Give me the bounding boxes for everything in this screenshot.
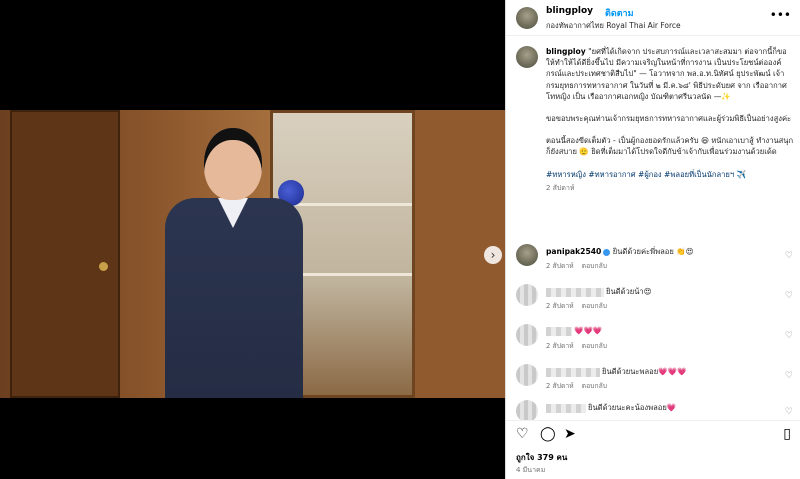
comment-item: panipak2540 ยินดีด้วยค่ะพี่พลอย 👏😍 2 สัป… [516, 244, 800, 272]
post-actions-bar: ♡ ◯ ➤ ▯ ถูกใจ 379 คน 4 มีนาคม [506, 420, 800, 479]
reply-button[interactable]: ตอบกลับ [582, 302, 607, 310]
commenter-avatar-blurred[interactable] [516, 284, 538, 306]
commenter-avatar[interactable] [516, 244, 538, 266]
comment-text: ยินดีด้วยค่ะพี่พลอย 👏😍 [612, 247, 694, 256]
post-photo[interactable] [0, 110, 505, 398]
like-comment-heart-icon[interactable]: ♡ [785, 371, 793, 381]
commenter-avatar-blurred[interactable] [516, 400, 538, 422]
more-options-icon[interactable]: ••• [770, 8, 791, 22]
caption-hashtags[interactable]: #ทหารหญิง #ทหารอากาศ #ผู้กอง #พลอยที่เป็… [546, 169, 794, 180]
commenter-username-blurred[interactable] [546, 287, 604, 297]
comment-time: 2 สัปดาห์ [546, 382, 574, 390]
commenter-username-blurred[interactable] [546, 326, 572, 336]
comment-text: ยินดีด้วยน้า😍 [606, 287, 652, 296]
like-heart-icon[interactable]: ♡ [516, 426, 529, 442]
verified-badge-icon [603, 248, 611, 256]
like-comment-heart-icon[interactable]: ♡ [785, 251, 793, 261]
bookmark-icon[interactable]: ▯ [783, 426, 791, 442]
caption-time: 2 สัปดาห์ [546, 183, 575, 192]
photo-door [10, 110, 120, 398]
commenter-avatar-blurred[interactable] [516, 324, 538, 346]
comment-icon[interactable]: ◯ [540, 426, 556, 442]
like-comment-heart-icon[interactable]: ♡ [785, 331, 793, 341]
commenter-username-blurred[interactable] [546, 403, 586, 413]
share-send-icon[interactable]: ➤ [564, 426, 576, 442]
comment-text: ยินดีด้วยนะพลอย💗💗💗 [602, 367, 687, 376]
comment-item: 💗💗💗 2 สัปดาห์ ตอบกลับ ♡ [516, 324, 800, 352]
commenter-username[interactable]: panipak2540 [546, 247, 601, 256]
author-username[interactable]: blingploy [546, 6, 593, 16]
media-panel: › [0, 0, 505, 479]
reply-button[interactable]: ตอบกลับ [582, 342, 607, 350]
comment-item: ยินดีด้วยน้า😍 2 สัปดาห์ ตอบกลับ ♡ [516, 284, 800, 312]
photo-person [160, 122, 310, 398]
comment-time: 2 สัปดาห์ [546, 342, 574, 350]
post-side-panel: blingploy ติดตาม กองทัพอากาศไทย Royal Th… [505, 0, 800, 479]
caption-username[interactable]: blingploy [546, 47, 586, 56]
reply-button[interactable]: ตอบกลับ [582, 262, 607, 270]
like-comment-heart-icon[interactable]: ♡ [785, 291, 793, 301]
comment-time: 2 สัปดาห์ [546, 262, 574, 270]
post-header: blingploy ติดตาม กองทัพอากาศไทย Royal Th… [506, 0, 800, 36]
post-date: 4 มีนาคม [516, 466, 546, 474]
commenter-avatar-blurred[interactable] [516, 364, 538, 386]
comment-text: 💗💗💗 [574, 326, 603, 335]
reply-button[interactable]: ตอบกลับ [582, 382, 607, 390]
commenter-username-blurred[interactable] [546, 367, 600, 377]
next-arrow-button[interactable]: › [484, 246, 502, 264]
comment-text: ยินดีด้วยนะคะน้องพลอย💗 [588, 403, 677, 412]
comment-time: 2 สัปดาห์ [546, 302, 574, 310]
caption-thanks: ขอขอบพระคุณท่านเจ้ากรมยุทธการทหารอากาศแล… [546, 114, 792, 124]
like-comment-heart-icon[interactable]: ♡ [785, 407, 793, 417]
follow-button[interactable]: ติดตาม [605, 6, 634, 20]
caption-avatar[interactable] [516, 46, 538, 68]
like-count[interactable]: ถูกใจ 379 คน [516, 451, 567, 464]
post-location[interactable]: กองทัพอากาศไทย Royal Thai Air Force [546, 20, 681, 32]
caption-note: ตอนนี้สองขีดเต็มตัว - เป็นผู้กองยอดรักแล… [546, 136, 794, 157]
comment-item: ยินดีด้วยนะพลอย💗💗💗 2 สัปดาห์ ตอบกลับ ♡ [516, 364, 800, 392]
author-avatar[interactable] [516, 7, 538, 29]
instagram-post-view: › blingploy ติดตาม กองทัพอากาศไทย Royal … [0, 0, 800, 479]
